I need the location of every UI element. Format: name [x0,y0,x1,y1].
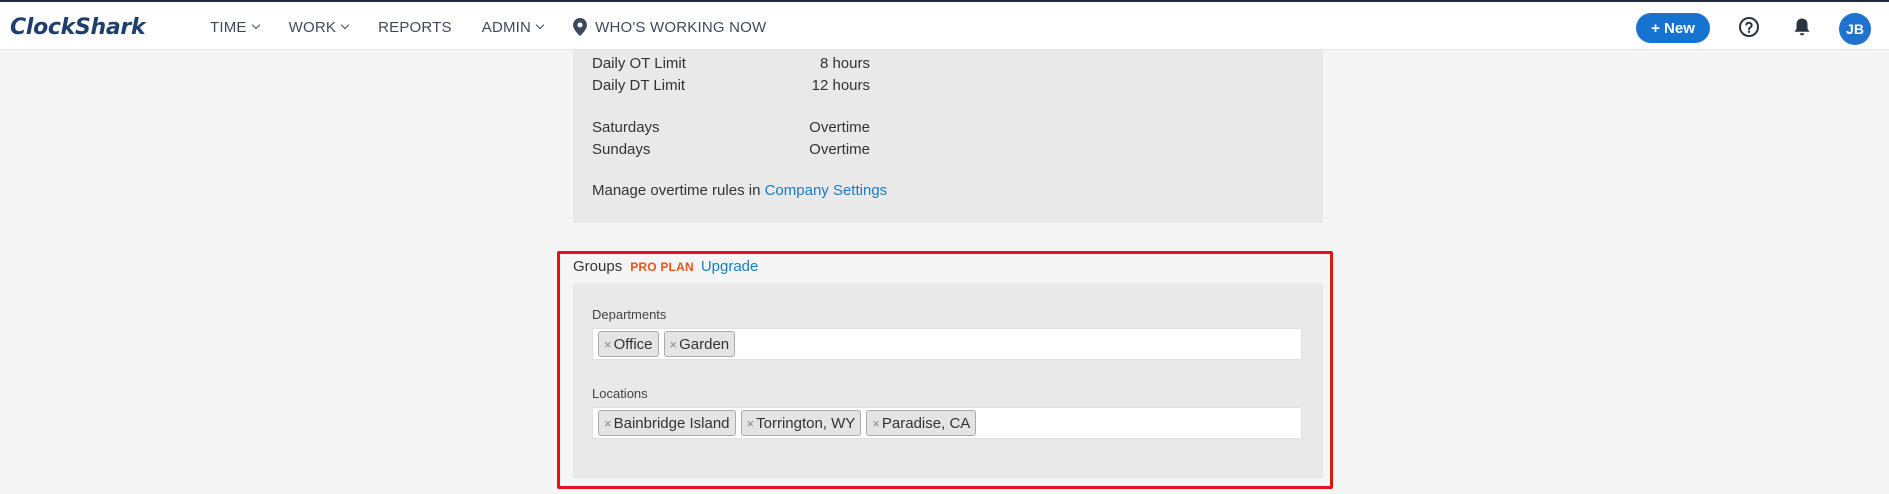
location-chip: × Torrington, WY [740,410,862,436]
manage-overtime-text: Manage overtime rules in Company Setting… [592,182,887,199]
chevron-down-icon [251,20,260,30]
departments-field[interactable]: × Office × Garden [592,328,1302,360]
top-navigation-bar: ClockShark TIME WORK REPORTS ADMIN WHO'S… [0,0,1889,50]
remove-chip-icon[interactable]: × [670,337,678,352]
groups-panel: Departments × Office × Garden Locations … [573,283,1323,478]
nav-time[interactable]: TIME [210,18,260,36]
chip-label: Office [613,335,653,353]
ot-value: 8 hours [819,55,870,72]
ot-row-daily-ot: Daily OT Limit 8 hours [592,55,870,72]
chip-label: Paradise, CA [881,414,971,432]
question-circle-icon[interactable] [1738,16,1760,38]
clockshark-logo[interactable]: ClockShark [10,15,146,40]
nav-admin-label: ADMIN [481,18,532,36]
location-chip: × Bainbridge Island [598,410,736,436]
nav-work[interactable]: WORK [288,18,350,36]
main-nav: TIME WORK REPORTS ADMIN WHO'S WORKING NO… [210,2,796,52]
pro-plan-badge: PRO PLAN [630,260,694,274]
ot-label: Sundays [592,141,651,158]
ot-value: Overtime [809,119,870,136]
locations-field[interactable]: × Bainbridge Island × Torrington, WY × P… [592,407,1302,439]
departments-label: Departments [592,307,667,322]
remove-chip-icon[interactable]: × [747,416,755,431]
manage-overtime-label: Manage overtime rules in [592,182,765,199]
groups-title: Groups [573,258,623,275]
upgrade-link[interactable]: Upgrade [701,258,759,275]
ot-row-sundays: Sundays Overtime [592,141,870,158]
ot-label: Saturdays [592,119,660,136]
ot-row-saturdays: Saturdays Overtime [592,119,870,136]
ot-label: Daily OT Limit [592,55,686,72]
nav-whos-working-now[interactable]: WHO'S WORKING NOW [573,18,766,36]
remove-chip-icon[interactable]: × [604,416,612,431]
ot-label: Daily DT Limit [592,77,686,94]
nav-time-label: TIME [210,18,247,36]
bell-icon[interactable] [1791,16,1813,38]
ot-row-daily-dt: Daily DT Limit 12 hours [592,77,870,94]
nav-reports-label: REPORTS [378,18,452,36]
map-pin-icon [573,18,588,36]
nav-whos-working-label: WHO'S WORKING NOW [595,18,767,36]
overtime-settings-panel: Daily OT Limit 8 hours Daily DT Limit 12… [573,50,1323,223]
user-avatar[interactable]: JB [1839,13,1871,45]
new-button[interactable]: + New [1636,13,1710,43]
department-chip: × Office [598,331,659,357]
location-chip: × Paradise, CA [866,410,977,436]
remove-chip-icon[interactable]: × [872,416,880,431]
ot-value: Overtime [809,141,870,158]
chevron-down-icon [535,20,545,30]
chip-label: Bainbridge Island [613,414,730,432]
department-chip: × Garden [663,331,736,357]
chip-label: Torrington, WY [756,414,856,432]
nav-admin[interactable]: ADMIN [481,18,545,36]
nav-work-label: WORK [288,18,337,36]
groups-header: Groups PRO PLAN Upgrade [573,258,758,275]
chevron-down-icon [340,20,350,30]
company-settings-link[interactable]: Company Settings [765,182,888,199]
chip-label: Garden [679,335,730,353]
nav-reports[interactable]: REPORTS [378,19,452,36]
remove-chip-icon[interactable]: × [604,337,612,352]
ot-value: 12 hours [811,77,870,94]
locations-label: Locations [592,386,648,401]
